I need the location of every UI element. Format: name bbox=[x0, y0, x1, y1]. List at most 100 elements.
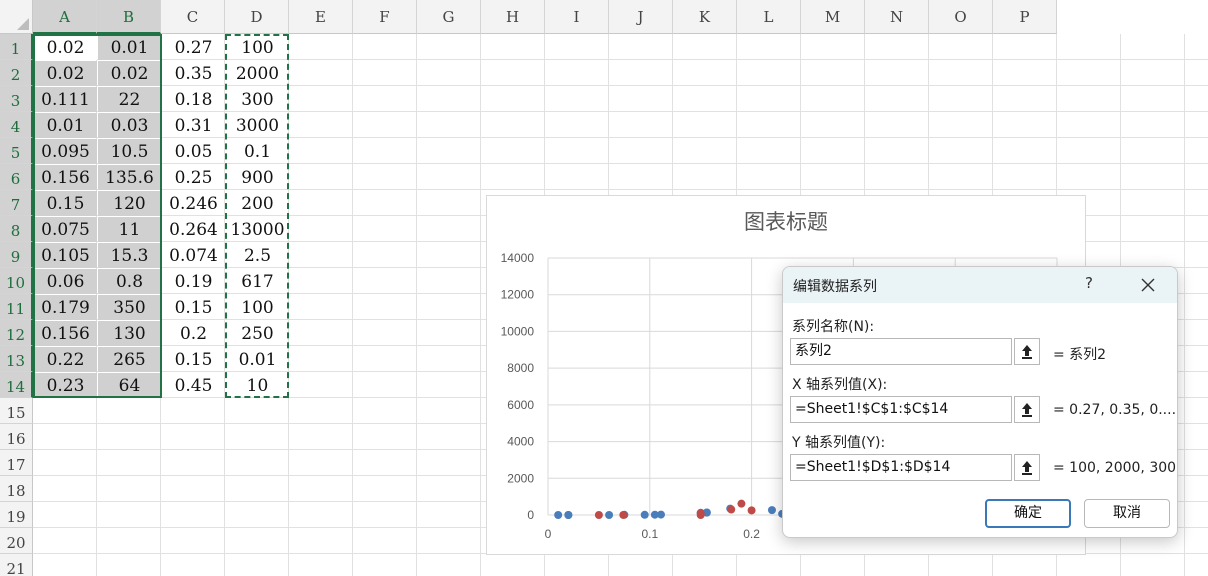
cell-d3[interactable]: 300 bbox=[226, 87, 289, 112]
cell-b11[interactable]: 350 bbox=[98, 295, 161, 320]
column-header-c[interactable]: C bbox=[161, 0, 225, 34]
row-header-4[interactable]: 4 bbox=[0, 112, 33, 138]
cell-b8[interactable]: 11 bbox=[98, 217, 161, 242]
cell-b10[interactable]: 0.8 bbox=[98, 269, 161, 294]
cell-c9[interactable]: 0.074 bbox=[162, 243, 225, 268]
cell-a12[interactable]: 0.156 bbox=[34, 321, 97, 346]
column-header-m[interactable]: M bbox=[801, 0, 865, 34]
cell-c12[interactable]: 0.2 bbox=[162, 321, 225, 346]
cell-d6[interactable]: 900 bbox=[226, 165, 289, 190]
help-button[interactable]: ? bbox=[1079, 274, 1099, 296]
select-all-corner[interactable] bbox=[0, 0, 33, 34]
row-header-7[interactable]: 7 bbox=[0, 190, 33, 216]
x-values-input[interactable]: =Sheet1!$C$1:$C$14 bbox=[790, 396, 1012, 423]
row-header-8[interactable]: 8 bbox=[0, 216, 33, 242]
row-header-5[interactable]: 5 bbox=[0, 138, 33, 164]
column-header-i[interactable]: I bbox=[545, 0, 609, 34]
row-header-6[interactable]: 6 bbox=[0, 164, 33, 190]
cell-d12[interactable]: 250 bbox=[226, 321, 289, 346]
cell-a4[interactable]: 0.01 bbox=[34, 113, 97, 138]
cell-b5[interactable]: 10.5 bbox=[98, 139, 161, 164]
row-header-16[interactable]: 16 bbox=[0, 424, 33, 450]
ok-button[interactable]: 确定 bbox=[985, 499, 1071, 528]
cell-d11[interactable]: 100 bbox=[226, 295, 289, 320]
chart-title[interactable]: 图表标题 bbox=[487, 206, 1085, 236]
row-header-2[interactable]: 2 bbox=[0, 60, 33, 86]
column-header-a[interactable]: A bbox=[33, 0, 97, 34]
cell-b3[interactable]: 22 bbox=[98, 87, 161, 112]
row-header-10[interactable]: 10 bbox=[0, 268, 33, 294]
row-header-15[interactable]: 15 bbox=[0, 398, 33, 424]
cell-b7[interactable]: 120 bbox=[98, 191, 161, 216]
cell-d4[interactable]: 3000 bbox=[226, 113, 289, 138]
cell-d7[interactable]: 200 bbox=[226, 191, 289, 216]
column-header-l[interactable]: L bbox=[737, 0, 801, 34]
row-header-12[interactable]: 12 bbox=[0, 320, 33, 346]
cell-d1[interactable]: 100 bbox=[226, 35, 289, 60]
cell-d9[interactable]: 2.5 bbox=[226, 243, 289, 268]
row-header-20[interactable]: 20 bbox=[0, 528, 33, 554]
cell-a1[interactable]: 0.02 bbox=[34, 35, 97, 60]
cell-d8[interactable]: 13000 bbox=[226, 217, 289, 242]
cell-c3[interactable]: 0.18 bbox=[162, 87, 225, 112]
column-header-b[interactable]: B bbox=[97, 0, 161, 34]
cell-c4[interactable]: 0.31 bbox=[162, 113, 225, 138]
cell-a5[interactable]: 0.095 bbox=[34, 139, 97, 164]
cell-a13[interactable]: 0.22 bbox=[34, 347, 97, 372]
cell-a10[interactable]: 0.06 bbox=[34, 269, 97, 294]
cell-a6[interactable]: 0.156 bbox=[34, 165, 97, 190]
cell-b12[interactable]: 130 bbox=[98, 321, 161, 346]
series-name-input[interactable]: 系列2 bbox=[790, 338, 1012, 365]
row-header-9[interactable]: 9 bbox=[0, 242, 33, 268]
column-header-p[interactable]: P bbox=[993, 0, 1057, 34]
y-values-picker-button[interactable] bbox=[1014, 454, 1040, 481]
row-header-18[interactable]: 18 bbox=[0, 476, 33, 502]
cell-c1[interactable]: 0.27 bbox=[162, 35, 225, 60]
row-header-17[interactable]: 17 bbox=[0, 450, 33, 476]
cell-c14[interactable]: 0.45 bbox=[162, 373, 225, 398]
cell-d10[interactable]: 617 bbox=[226, 269, 289, 294]
cell-a3[interactable]: 0.111 bbox=[34, 87, 97, 112]
cell-b1[interactable]: 0.01 bbox=[98, 35, 161, 60]
cell-b14[interactable]: 64 bbox=[98, 373, 161, 398]
cell-c5[interactable]: 0.05 bbox=[162, 139, 225, 164]
cell-b13[interactable]: 265 bbox=[98, 347, 161, 372]
cell-b4[interactable]: 0.03 bbox=[98, 113, 161, 138]
cell-a7[interactable]: 0.15 bbox=[34, 191, 97, 216]
x-values-picker-button[interactable] bbox=[1014, 396, 1040, 423]
cell-c10[interactable]: 0.19 bbox=[162, 269, 225, 294]
series-name-picker-button[interactable] bbox=[1014, 338, 1040, 365]
close-icon[interactable] bbox=[1137, 273, 1159, 297]
row-header-11[interactable]: 11 bbox=[0, 294, 33, 320]
row-header-13[interactable]: 13 bbox=[0, 346, 33, 372]
cell-c2[interactable]: 0.35 bbox=[162, 61, 225, 86]
row-header-19[interactable]: 19 bbox=[0, 502, 33, 528]
cell-b9[interactable]: 15.3 bbox=[98, 243, 161, 268]
column-header-h[interactable]: H bbox=[481, 0, 545, 34]
cell-a14[interactable]: 0.23 bbox=[34, 373, 97, 398]
cell-b6[interactable]: 135.6 bbox=[98, 165, 161, 190]
column-header-d[interactable]: D bbox=[225, 0, 289, 34]
cell-a9[interactable]: 0.105 bbox=[34, 243, 97, 268]
cell-a2[interactable]: 0.02 bbox=[34, 61, 97, 86]
row-header-21[interactable]: 21 bbox=[0, 554, 33, 576]
column-header-n[interactable]: N bbox=[865, 0, 929, 34]
cell-d13[interactable]: 0.01 bbox=[226, 347, 289, 372]
cell-c11[interactable]: 0.15 bbox=[162, 295, 225, 320]
column-header-g[interactable]: G bbox=[417, 0, 481, 34]
column-header-o[interactable]: O bbox=[929, 0, 993, 34]
cell-d2[interactable]: 2000 bbox=[226, 61, 289, 86]
y-values-input[interactable]: =Sheet1!$D$1:$D$14 bbox=[790, 454, 1012, 481]
cell-a11[interactable]: 0.179 bbox=[34, 295, 97, 320]
row-header-14[interactable]: 14 bbox=[0, 372, 33, 398]
cell-c8[interactable]: 0.264 bbox=[162, 217, 225, 242]
cell-a8[interactable]: 0.075 bbox=[34, 217, 97, 242]
cell-d14[interactable]: 10 bbox=[226, 373, 289, 398]
column-header-j[interactable]: J bbox=[609, 0, 673, 34]
row-header-1[interactable]: 1 bbox=[0, 34, 33, 60]
cell-c13[interactable]: 0.15 bbox=[162, 347, 225, 372]
cell-c7[interactable]: 0.246 bbox=[162, 191, 225, 216]
column-header-e[interactable]: E bbox=[289, 0, 353, 34]
column-header-k[interactable]: K bbox=[673, 0, 737, 34]
row-header-3[interactable]: 3 bbox=[0, 86, 33, 112]
